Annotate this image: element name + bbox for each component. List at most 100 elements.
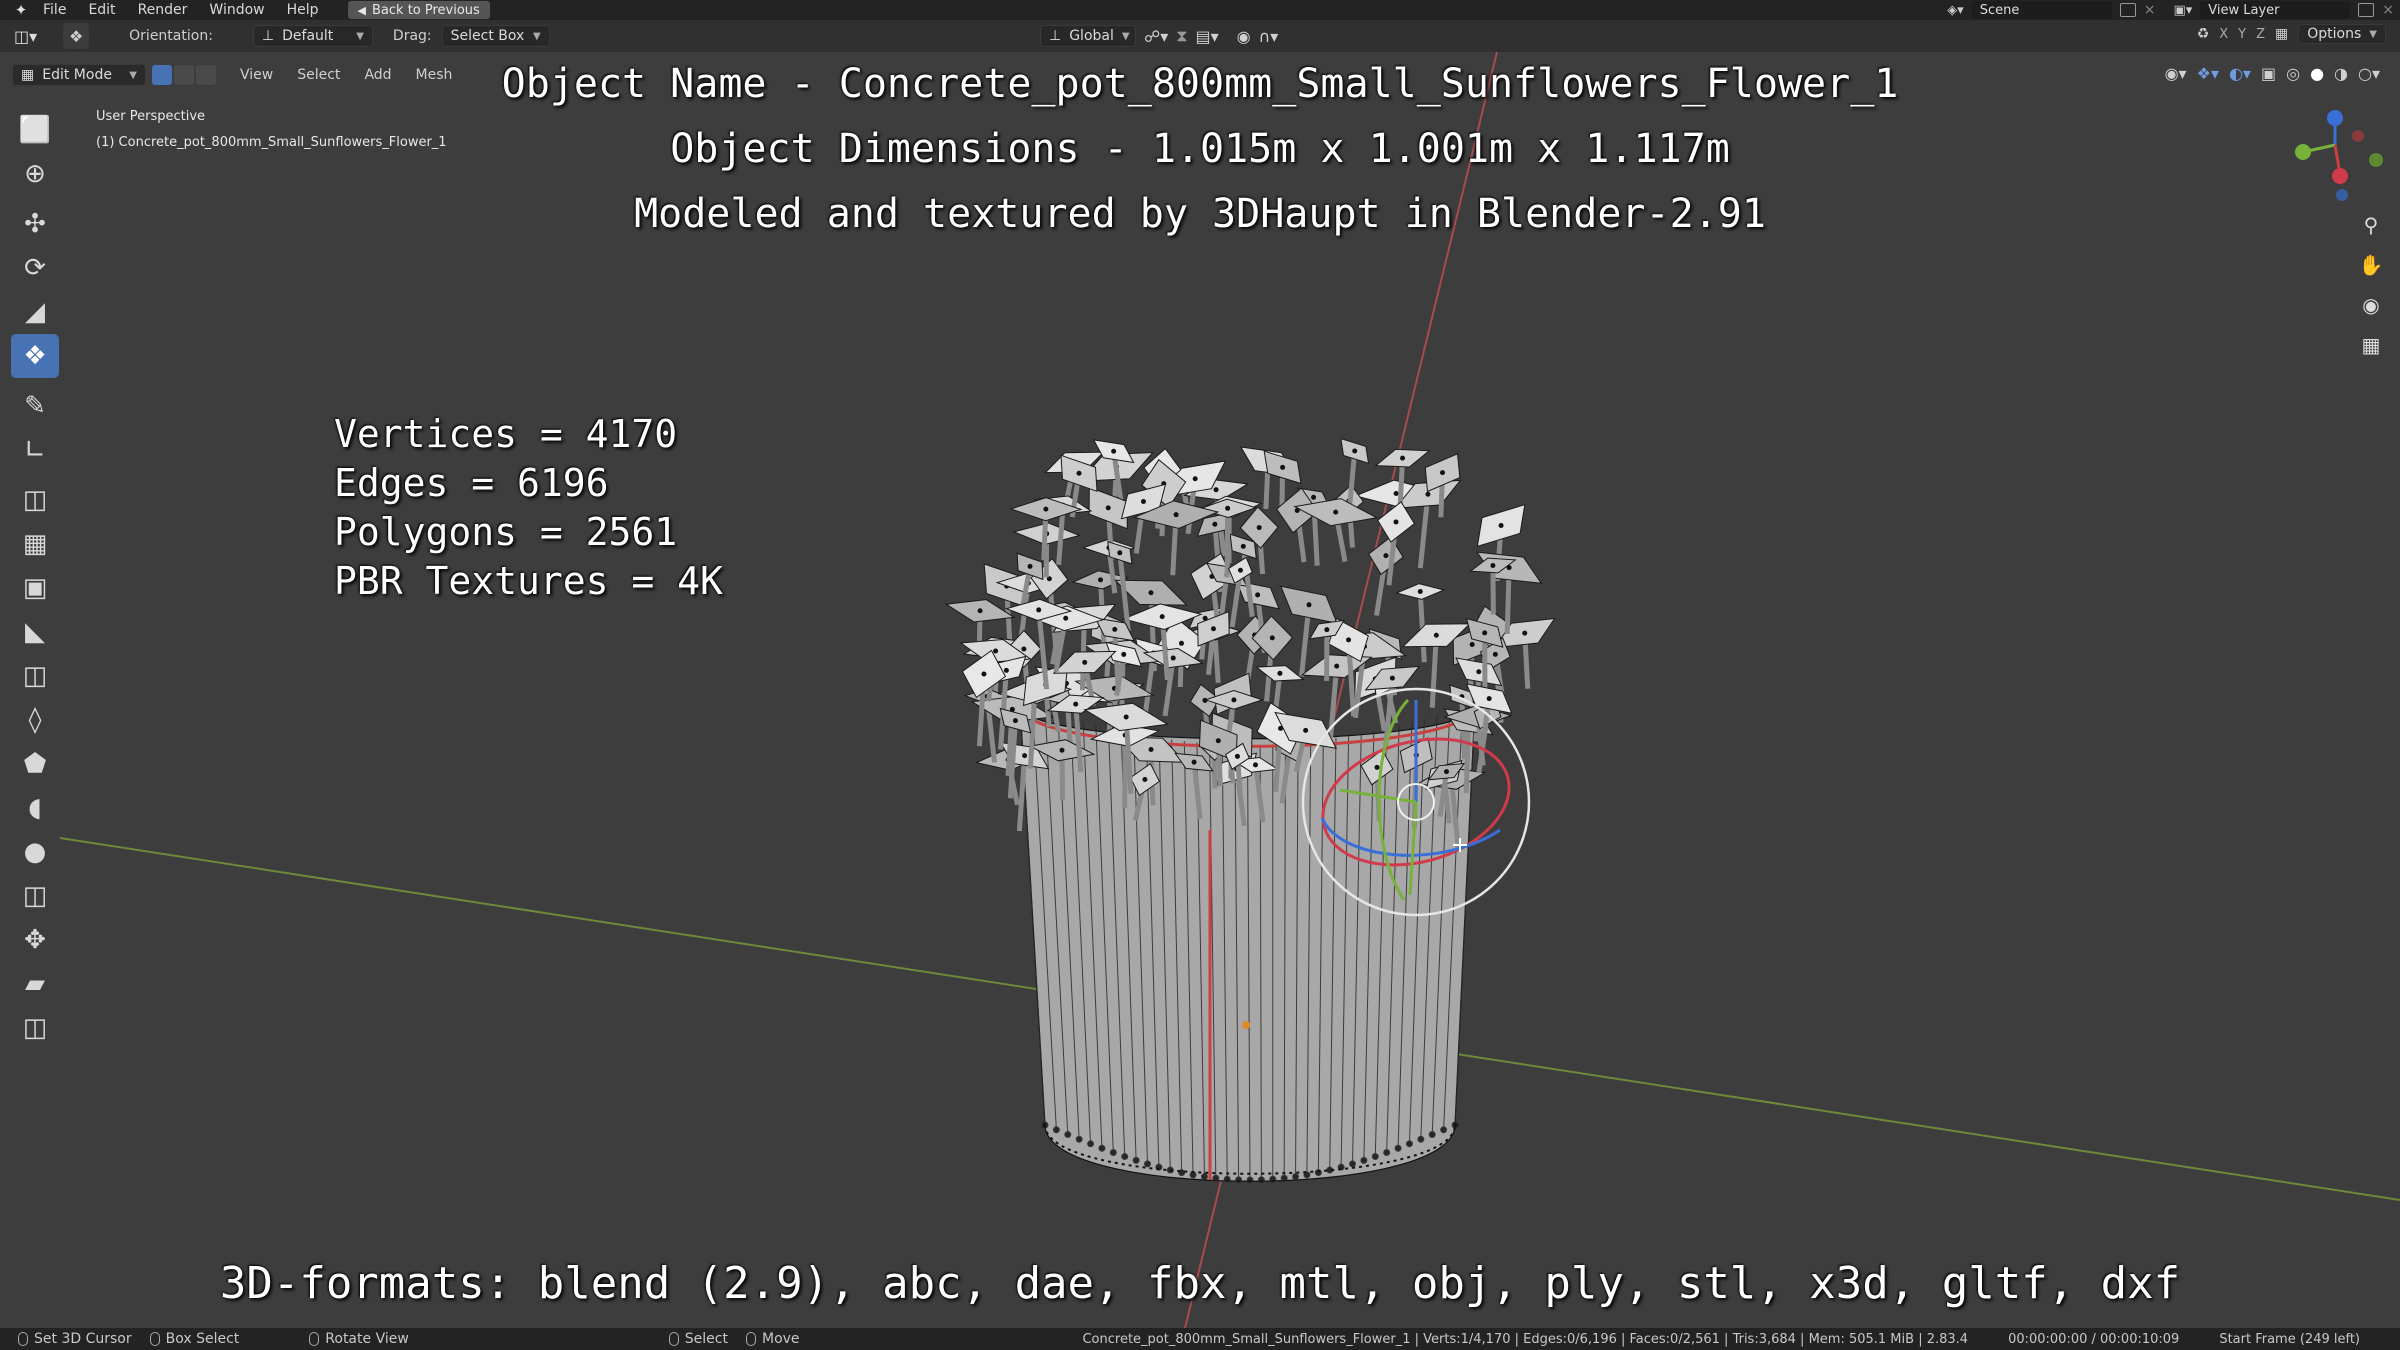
navigation-gizmo[interactable] <box>2280 100 2390 210</box>
new-scene-icon[interactable] <box>2119 3 2136 17</box>
y-axis-icon[interactable] <box>2295 144 2311 160</box>
smooth-icon[interactable]: ● <box>11 830 59 874</box>
rip-region-icon[interactable]: ◫ <box>11 1006 59 1050</box>
status-select: Select <box>668 1331 728 1347</box>
pivot-point-icon[interactable]: ☍▾ <box>1144 27 1168 46</box>
status-move: Move <box>746 1331 800 1347</box>
pan-hand-icon[interactable]: ✋ <box>2356 250 2386 280</box>
object-name-line: Object Name - Concrete_pot_800mm_Small_S… <box>501 61 1899 107</box>
orientation-icon: ⊥ <box>261 28 275 44</box>
chevron-down-icon: ▼ <box>1121 30 1130 42</box>
menu-file[interactable]: File <box>32 0 77 20</box>
remove-scene-icon[interactable]: × <box>2144 2 2156 18</box>
active-tool-icon[interactable]: ❖ <box>63 23 90 49</box>
neg-x-axis-icon[interactable] <box>2352 130 2364 142</box>
transform-orientation-dropdown[interactable]: ⊥ Global ▼ <box>1040 25 1136 47</box>
rotate-icon[interactable]: ⟳ <box>11 246 59 290</box>
annotate-icon[interactable]: ✎ <box>11 384 59 428</box>
mouse-right-icon <box>668 1332 679 1346</box>
polygons-stat: Polygons = 2561 <box>334 510 678 554</box>
vertices-stat: Vertices = 4170 <box>334 412 678 456</box>
snap-icon[interactable]: ⧗ <box>1176 26 1187 46</box>
add-cube-icon[interactable]: ◫ <box>11 478 59 522</box>
author-line: Modeled and textured by 3DHaupt in Blend… <box>634 191 1766 237</box>
editor-type-icon[interactable]: ◫▾ <box>14 27 37 46</box>
axis-x-toggle[interactable]: X <box>2219 27 2228 42</box>
global-orientation-icon: ⊥ <box>1049 28 1062 44</box>
status-item-label: Move <box>762 1331 800 1347</box>
drag-value: Select Box <box>450 28 525 44</box>
formats-line: 3D-formats: blend (2.9), abc, dae, fbx, … <box>219 1258 2181 1309</box>
menu-window[interactable]: Window <box>198 0 275 20</box>
orientation-dropdown[interactable]: ⊥ Default ▼ <box>252 25 373 47</box>
axis-z-toggle[interactable]: Z <box>2256 27 2265 42</box>
drag-dropdown[interactable]: Select Box ▼ <box>441 25 550 47</box>
new-view-layer-icon[interactable] <box>2358 3 2375 17</box>
chevron-down-icon: ▼ <box>2369 28 2377 40</box>
status-box-select: Box Select <box>149 1331 240 1347</box>
back-to-previous-button[interactable]: ◀ Back to Previous <box>347 1 490 19</box>
scene-field[interactable]: Scene <box>1971 1 2112 19</box>
neg-y-axis-icon[interactable] <box>2369 153 2383 167</box>
shrink-fatten-icon[interactable]: ✥ <box>11 918 59 962</box>
menu-render[interactable]: Render <box>127 0 199 20</box>
x-axis-icon[interactable] <box>2332 168 2348 184</box>
proportional-edit-icon[interactable]: ◉ <box>1237 27 1251 46</box>
status-bar: Set 3D Cursor Box Select Rotate View Sel… <box>0 1328 2400 1350</box>
knife-icon[interactable]: ◊ <box>11 698 59 742</box>
start-frame: Start Frame (249 left) <box>2219 1331 2360 1347</box>
object-dimensions-line: Object Dimensions - 1.015m x 1.001m x 1.… <box>670 126 1730 172</box>
blender-logo-icon[interactable]: ✦ <box>10 0 32 20</box>
spin-icon[interactable]: ◖ <box>11 786 59 830</box>
snap-target-icon[interactable]: ▤▾ <box>1195 27 1218 46</box>
poly-build-icon[interactable]: ⬟ <box>11 742 59 786</box>
zoom-icon[interactable]: ⚲ <box>2356 210 2386 240</box>
mouse-middle-icon <box>309 1332 320 1346</box>
remove-view-layer-icon[interactable]: × <box>2382 2 2394 18</box>
falloff-icon[interactable]: ∩▾ <box>1259 27 1279 46</box>
camera-icon[interactable]: ◉ <box>2356 290 2386 320</box>
neg-z-axis-icon[interactable] <box>2336 189 2348 201</box>
inset-icon[interactable]: ▣ <box>11 566 59 610</box>
shear-icon[interactable]: ▰ <box>11 962 59 1006</box>
axis-y-toggle[interactable]: Y <box>2238 27 2246 42</box>
scale-icon[interactable]: ◢ <box>11 290 59 334</box>
status-item-label: Rotate View <box>325 1331 409 1347</box>
auto-merge-icon[interactable]: ▦ <box>2275 26 2288 42</box>
grid-icon[interactable]: ▦ <box>2356 330 2386 360</box>
scene-name: Scene <box>1979 2 2020 18</box>
scene-statistics: Concrete_pot_800mm_Small_Sunflowers_Flow… <box>1082 1331 1969 1347</box>
scene-icon[interactable]: ◈▾ <box>1947 3 1964 18</box>
tool-shelf: ⬜ ⊕ ✣ ⟳ ◢ ❖ ✎ ∟ ◫ ▦ ▣ ◣ ◫ ◊ ⬟ ◖ ● ◫ ✥ ▰ … <box>11 108 59 1050</box>
tool-header: ◫▾ ❖ Orientation: ⊥ Default ▼ Drag: Sele… <box>0 20 2400 52</box>
view-layer-name: View Layer <box>2208 2 2280 18</box>
extrude-icon[interactable]: ▦ <box>11 522 59 566</box>
top-menu-bar: ✦ File Edit Render Window Help ◀ Back to… <box>0 0 2400 20</box>
transform-controls: ⊥ Global ▼ ☍▾ ⧗ ▤▾ ◉ ∩▾ <box>1040 25 1278 47</box>
menu-help[interactable]: Help <box>276 0 330 20</box>
menu-edit[interactable]: Edit <box>77 0 126 20</box>
edge-slide-icon[interactable]: ◫ <box>11 874 59 918</box>
status-set-cursor: Set 3D Cursor <box>18 1331 132 1347</box>
options-dropdown[interactable]: Options ▼ <box>2298 24 2386 44</box>
topbar-right: ◈▾ Scene × ▣▾ View Layer × <box>1947 0 2400 20</box>
status-item-label: Box Select <box>165 1331 240 1347</box>
playback-time: 00:00:00:00 / 00:00:10:09 <box>2008 1331 2180 1347</box>
view-layer-field[interactable]: View Layer <box>2200 1 2351 19</box>
loop-cut-icon[interactable]: ◫ <box>11 654 59 698</box>
view-layer-icon[interactable]: ▣▾ <box>2173 3 2192 18</box>
status-rotate-view: Rotate View <box>309 1331 409 1347</box>
mirror-icon[interactable]: ♻ <box>2197 26 2210 42</box>
chevron-down-icon: ▼ <box>356 30 364 42</box>
bevel-icon[interactable]: ◣ <box>11 610 59 654</box>
z-axis-icon[interactable] <box>2327 110 2343 126</box>
status-item-label: Select <box>684 1331 728 1347</box>
transform-orientation-value: Global <box>1069 28 1114 44</box>
measure-icon[interactable]: ∟ <box>11 428 59 472</box>
mouse-left-icon <box>18 1332 28 1346</box>
back-icon: ◀ <box>357 3 366 17</box>
orientation-label: Orientation: <box>129 28 213 44</box>
textures-stat: PBR Textures = 4K <box>334 559 723 603</box>
transform-icon[interactable]: ❖ <box>11 334 59 378</box>
status-info: Concrete_pot_800mm_Small_Sunflowers_Flow… <box>1082 1328 2360 1350</box>
